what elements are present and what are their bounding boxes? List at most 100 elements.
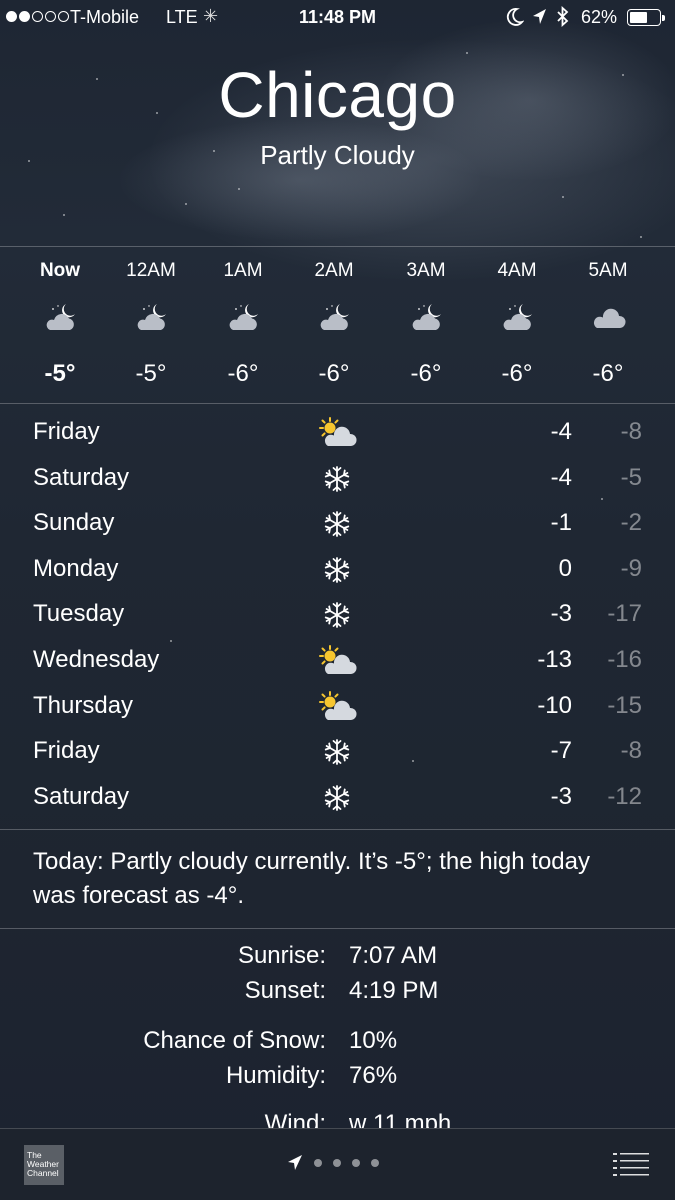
daily-row: Thursday -10 -15 <box>0 684 675 730</box>
hour-temperature: -6° <box>592 360 624 387</box>
low-temperature: -9 <box>620 554 642 582</box>
current-condition: Partly Cloudy <box>260 140 415 170</box>
hourly-item: Now -5° <box>14 247 106 403</box>
hour-temperature: -5° <box>135 360 167 387</box>
page-dot <box>333 1159 341 1167</box>
hour-label: 4AM <box>497 260 537 281</box>
detail-value: 10% <box>349 1027 398 1054</box>
day-name: Monday <box>33 554 119 582</box>
page-dot <box>314 1159 322 1167</box>
city-name: Chicago <box>218 59 457 131</box>
daily-forecast: Friday -4 -8 Saturday -4 -5 Sunday -1 -2… <box>0 410 675 820</box>
detail-label: Sunset: <box>244 977 326 1004</box>
snowflake-icon <box>316 781 358 815</box>
high-temperature: -13 <box>537 645 572 673</box>
page-dot <box>371 1159 379 1167</box>
daily-row: Wednesday -13 -16 <box>0 638 675 684</box>
hourly-item: 12AM -5° <box>105 247 197 403</box>
daily-row: Friday -4 -8 <box>0 410 675 456</box>
low-temperature: -2 <box>620 509 642 537</box>
moon-cloud-icon <box>318 300 354 336</box>
high-temperature: -10 <box>537 691 572 719</box>
sun-cloud-icon <box>316 690 358 724</box>
low-temperature: -8 <box>620 418 642 445</box>
snowflake-icon <box>316 507 358 541</box>
day-name: Saturday <box>33 782 130 810</box>
hourly-item: 5AM -6° <box>562 247 654 403</box>
snowflake-icon <box>316 598 358 632</box>
high-temperature: 0 <box>558 554 572 582</box>
high-temperature: -1 <box>550 509 572 537</box>
divider <box>0 928 675 929</box>
high-temperature: -3 <box>550 782 572 810</box>
weather-details: Sunrise: 7:07 AM Sunset: 4:19 PM Chance of S… <box>0 942 675 1128</box>
hour-label: 2AM <box>314 260 354 281</box>
detail-label: Sunrise: <box>237 942 326 969</box>
day-name: Wednesday <box>33 645 160 673</box>
weather-channel-logo[interactable]: The Weather Channel <box>24 1145 64 1185</box>
detail-label: Chance of Snow: <box>143 1027 326 1054</box>
hour-label: 1AM <box>223 260 263 281</box>
location-arrow-icon <box>531 7 547 32</box>
low-temperature: -8 <box>620 737 642 765</box>
hourly-item: 4AM -6° <box>471 247 563 403</box>
hour-temperature: -6° <box>227 360 259 387</box>
day-name: Friday <box>33 418 100 445</box>
hour-label: 5AM <box>588 260 628 281</box>
snowflake-icon <box>316 462 358 496</box>
today-summary: Today: Partly cloudy currently. It’s -5°… <box>33 848 590 909</box>
divider <box>0 829 675 830</box>
hour-temperature: -6° <box>410 360 442 387</box>
daily-row: Saturday -3 -12 <box>0 775 675 821</box>
hourly-forecast[interactable]: Now -5° 12AM -5° 1AM -6° 2AM -6° 3AM -6° 4AM … <box>0 247 675 403</box>
moon-cloud-icon <box>135 300 171 336</box>
low-temperature: -12 <box>607 782 642 810</box>
moon-cloud-icon <box>501 300 537 336</box>
high-temperature: -7 <box>550 737 572 765</box>
bluetooth-icon <box>555 5 571 34</box>
footer-bar: The Weather Channel <box>0 1128 675 1200</box>
hour-label: 3AM <box>406 260 446 281</box>
high-temperature: -3 <box>550 600 572 628</box>
low-temperature: -15 <box>607 691 642 719</box>
detail-value: w 11 mph <box>349 1110 452 1128</box>
low-temperature: -16 <box>607 645 642 673</box>
daily-row: Friday -7 -8 <box>0 729 675 775</box>
low-temperature: -5 <box>620 463 642 491</box>
moon-cloud-icon <box>410 300 446 336</box>
hourly-item: 1AM -6° <box>197 247 289 403</box>
hour-temperature: -5° <box>44 360 76 387</box>
do-not-disturb-icon <box>506 7 525 32</box>
detail-value: 4:19 PM <box>349 977 439 1004</box>
moon-cloud-icon <box>44 300 80 336</box>
hourly-item: 2AM -6° <box>288 247 380 403</box>
hour-label: Now <box>39 260 81 281</box>
hourly-item: 3AM -6° <box>380 247 472 403</box>
day-name: Sunday <box>33 509 115 537</box>
snowflake-icon <box>316 553 358 587</box>
day-name: Saturday <box>33 463 130 491</box>
sun-cloud-icon <box>316 416 358 450</box>
location-arrow-icon <box>288 1155 302 1170</box>
divider <box>0 403 675 404</box>
daily-row: Sunday -1 -2 <box>0 501 675 547</box>
detail-value: 76% <box>349 1062 398 1089</box>
moon-cloud-icon <box>227 300 263 336</box>
sun-cloud-icon <box>316 644 358 678</box>
daily-row: Saturday -4 -5 <box>0 456 675 502</box>
day-name: Friday <box>33 737 100 765</box>
day-name: Thursday <box>33 691 134 719</box>
cloud-icon <box>592 300 628 336</box>
daily-row: Monday 0 -9 <box>0 547 675 593</box>
battery-icon <box>627 9 665 26</box>
hour-label: 12AM <box>126 260 176 281</box>
city-list-icon[interactable] <box>613 1151 651 1177</box>
hour-temperature: -6° <box>318 360 350 387</box>
detail-value: 7:07 AM <box>349 942 438 969</box>
daily-row: Tuesday -3 -17 <box>0 592 675 638</box>
high-temperature: -4 <box>550 463 572 491</box>
page-dot <box>352 1159 360 1167</box>
page-indicator[interactable] <box>287 1154 379 1172</box>
detail-label: Wind: <box>264 1110 326 1128</box>
status-time: 11:48 PM <box>298 7 377 27</box>
